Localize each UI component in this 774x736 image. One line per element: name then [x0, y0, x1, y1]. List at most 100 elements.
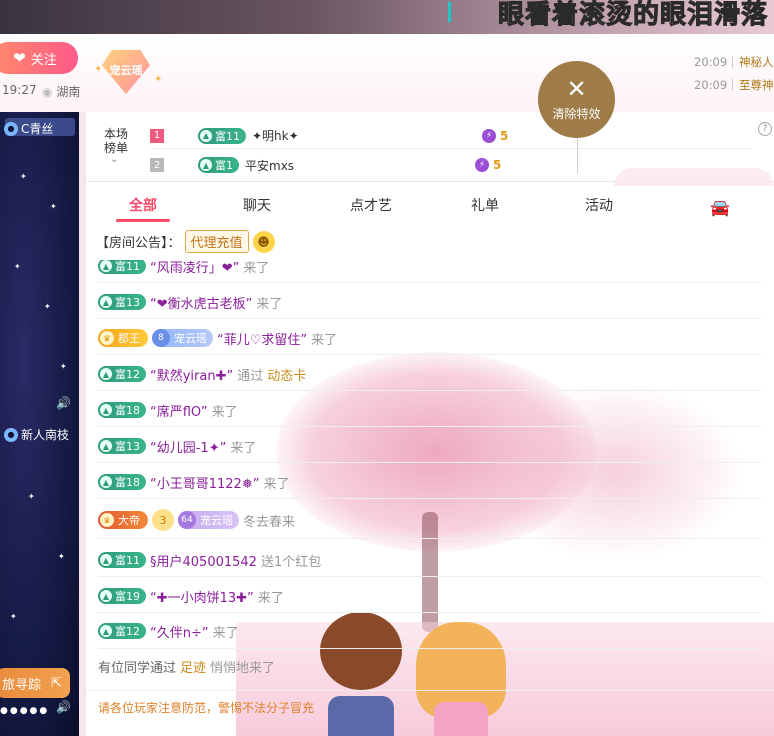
wealth-level-badge: ▲ 富12	[98, 366, 146, 382]
dynamic-card-link[interactable]: 动态卡	[267, 365, 306, 384]
list-item[interactable]: ▲ 富11 “风雨凌行」❤” 来了	[98, 260, 269, 276]
location-pin-icon: ◉	[42, 85, 53, 99]
follow-button[interactable]: ❤ 关注	[0, 42, 78, 74]
wealth-level: 富11	[115, 260, 140, 273]
agent-recharge-link[interactable]: 代理充值	[184, 230, 249, 253]
user-name[interactable]: “席严flO”	[150, 401, 208, 420]
wealth-level-badge: ▲ 富11	[198, 127, 246, 144]
divider	[98, 318, 762, 319]
stream-time: 19:27	[2, 83, 37, 97]
system-message: 有位同学通过 足迹 悄悄地来了	[98, 656, 275, 676]
divider	[98, 612, 762, 613]
divider	[732, 55, 733, 68]
wealth-level-badge: ▲ 富13	[98, 438, 146, 454]
list-item[interactable]: ▲ 富13 “幼儿园-1✦” 来了	[98, 436, 256, 456]
fan-level: 8	[152, 329, 170, 347]
wealth-level-badge: ▲ 富1	[198, 157, 239, 173]
sparkle-icon: ✦	[94, 64, 103, 75]
message-text: 通过	[237, 368, 264, 384]
level-icon: ▲	[100, 296, 112, 308]
chat-list[interactable]: ▲ 富11 “风雨凌行」❤” 来了 ▲ 富13 “❤衡水虎古老板” 来了 ♛ 郡王 8…	[86, 260, 774, 690]
room-header: ❤ 关注 19:27 ◉ 湖南 ✦ ✦ 宠云瑶 20:09 神秘人 20:09 …	[0, 34, 774, 112]
speaker-icon[interactable]: 🔊	[56, 700, 71, 714]
wealth-level-badge: ▲ 富12	[98, 623, 146, 639]
list-item[interactable]: ▲ 富12 “默然yiran✚” 通过 动态卡	[98, 364, 306, 384]
list-item[interactable]: ▲ 富13 “❤衡水虎古老板” 来了	[98, 292, 282, 312]
ranking-score: ⚡ 5	[475, 158, 501, 172]
side-message-name: 至尊神	[739, 77, 774, 92]
crown-level: 3	[159, 513, 167, 527]
user-name[interactable]: “菲儿♡求留住”	[217, 329, 307, 348]
ranking-label-line2: 榜单	[103, 141, 128, 155]
clear-effects-button[interactable]: ✕ 清除特效	[538, 61, 615, 138]
video-sidebar[interactable]: ● C青丝 ✦ ✦ ✦ ✦ ✦ 🔊 ● 新人南枝 ✦ ✦ ✦ 旅寻踪 ⇱ ●●●…	[0, 112, 79, 736]
wealth-level: 富13	[115, 440, 140, 453]
grin-emoji-icon: ☻	[252, 230, 275, 253]
user-name[interactable]: “✚一小肉饼13✚”	[150, 587, 254, 606]
user-name[interactable]: “❤衡水虎古老板”	[150, 293, 252, 312]
side-message: 20:09 神秘人	[694, 50, 774, 73]
sidebar-user-top[interactable]: ● C青丝	[4, 120, 53, 137]
wealth-level-badge: ▲ 富18	[98, 402, 146, 418]
star-icon: ✦	[60, 362, 67, 371]
divider	[86, 690, 774, 691]
ranking-user-name: 平安mxs	[245, 158, 295, 173]
list-item[interactable]: ▲ 富12 “久伴n÷” 来了	[98, 621, 239, 641]
ranking-row[interactable]: 1 ▲ 富11 ✦明hk✦ ⚡ 5	[150, 123, 750, 149]
star-icon: ✦	[28, 492, 35, 501]
user-name[interactable]: “久伴n÷”	[150, 622, 209, 641]
fan-badge[interactable]: ✦ ✦ 宠云瑶	[94, 44, 162, 102]
list-item[interactable]: ▲ 富11 §用户405001542 送1个红包	[98, 550, 321, 570]
tab-talent[interactable]: 点才艺	[314, 186, 428, 222]
tab-gift-list[interactable]: 礼单	[428, 186, 542, 222]
user-name[interactable]: §用户405001542	[150, 551, 257, 570]
ranking-score-value: 5	[493, 158, 502, 172]
divider	[732, 78, 733, 91]
speaker-icon[interactable]: 🔊	[56, 396, 71, 410]
balloon-string	[577, 138, 578, 174]
wealth-level: 富12	[115, 368, 140, 381]
heart-icon: ❤	[13, 50, 26, 67]
divider	[98, 576, 762, 577]
list-item[interactable]: ▲ 富18 “席严flO” 来了	[98, 400, 238, 420]
user-name[interactable]: “默然yiran✚”	[150, 365, 233, 384]
avatar-icon: ●	[4, 121, 18, 136]
star-icon: ✦	[10, 612, 17, 621]
trace-button[interactable]: 旅寻踪 ⇱	[0, 668, 70, 698]
help-icon[interactable]: ?	[758, 122, 772, 136]
car-icon[interactable]: 🚘	[710, 198, 730, 217]
user-name[interactable]: “幼儿园-1✦”	[150, 437, 226, 456]
noble-badge: ♛ 大帝	[98, 511, 148, 529]
ranking-label[interactable]: 本场 榜单	[98, 127, 134, 155]
message-text: 送1个红包	[260, 554, 322, 570]
fan-club-name: 宠云瑶	[200, 514, 233, 527]
list-item[interactable]: ♛ 大帝 3 64 宠云瑶 冬去春来	[98, 509, 295, 531]
user-name[interactable]: “小王哥哥1122❅”	[150, 473, 259, 492]
level-icon: ▲	[100, 404, 112, 416]
footprint-link[interactable]: 足迹	[180, 657, 206, 676]
tab-activity[interactable]: 活动	[542, 186, 656, 222]
carousel-dots[interactable]: ●●●●●	[0, 706, 49, 716]
message-text: 来了	[243, 260, 270, 276]
tab-all[interactable]: 全部	[86, 186, 200, 222]
divider	[98, 498, 762, 499]
avatar-icon: ●	[4, 427, 18, 442]
expand-icon: ⇱	[51, 675, 62, 691]
list-item[interactable]: ▲ 富19 “✚一小肉饼13✚” 来了	[98, 586, 284, 606]
list-item[interactable]: ♛ 郡王 8 宠云瑶 “菲儿♡求留住” 来了	[98, 328, 337, 348]
user-name[interactable]: “风雨凌行」❤”	[150, 260, 239, 276]
clear-effects-label: 清除特效	[552, 107, 601, 121]
sidebar-user-mid[interactable]: ● 新人南枝	[4, 426, 69, 443]
ranking-score: ⚡ 5	[482, 128, 508, 143]
divider	[98, 354, 762, 355]
tab-chat[interactable]: 聊天	[200, 186, 314, 222]
level-icon: ▲	[100, 554, 112, 566]
star-icon: ✦	[44, 302, 51, 311]
chevron-down-icon[interactable]: ⌄	[110, 154, 118, 165]
side-message-time: 20:09	[694, 77, 728, 92]
fan-club-badge: 64 宠云瑶	[178, 511, 239, 529]
star-icon: ✦	[20, 172, 27, 181]
list-item[interactable]: ▲ 富18 “小王哥哥1122❅” 来了	[98, 472, 289, 492]
level-icon: ▲	[200, 159, 212, 171]
level-icon: ▲	[100, 476, 112, 488]
